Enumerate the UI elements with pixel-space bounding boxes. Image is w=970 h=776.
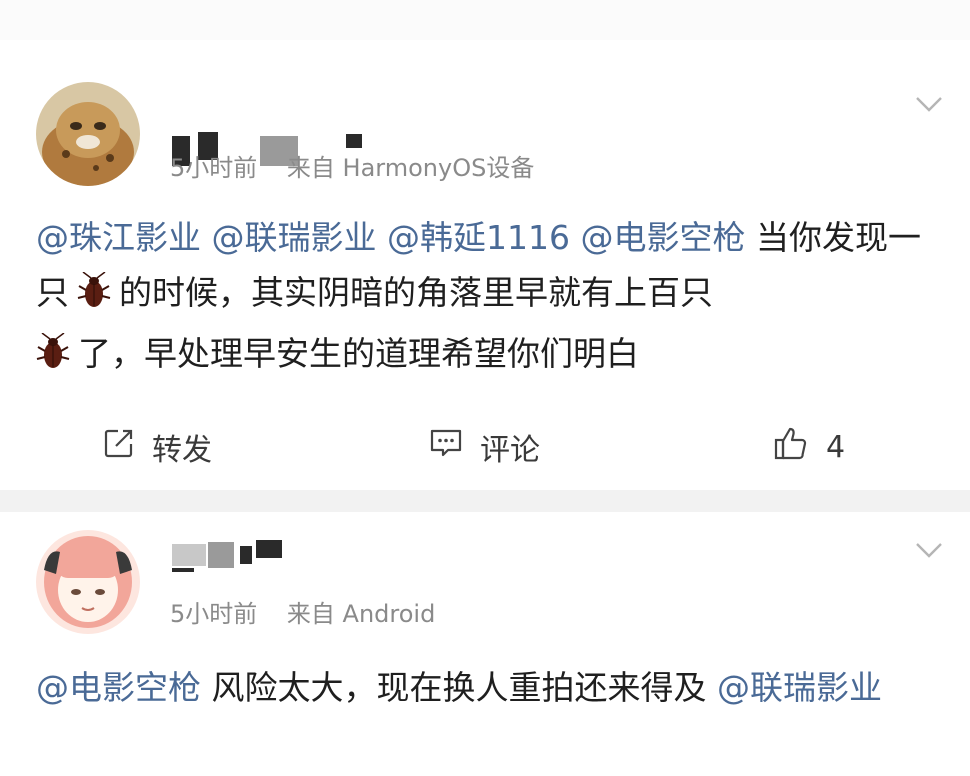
username-redaction (256, 540, 282, 558)
post-meta: 5小时前 来自 Android (170, 594, 457, 629)
chevron-down-icon[interactable] (914, 94, 944, 114)
username-redaction (172, 568, 194, 572)
like-button[interactable]: 4 (772, 422, 845, 472)
avatar[interactable] (36, 82, 140, 186)
comment-icon (428, 426, 480, 468)
username-redaction (208, 542, 234, 568)
cockroach-emoji (36, 332, 70, 387)
post-time: 5小时前 (170, 154, 258, 182)
cockroach-emoji (77, 271, 111, 326)
post-text: 了，早处理早安生的道理希望你们明白 (78, 334, 639, 373)
post-source: 来自 HarmonyOS设备 (286, 154, 535, 182)
username-redaction (240, 546, 252, 564)
comment-button[interactable]: 评论 (428, 422, 540, 472)
username-redaction (172, 544, 206, 566)
username-redaction (346, 134, 362, 148)
post-text: 的时候，其实阴暗的角落里早就有上百只 (119, 273, 713, 312)
post-text: 风险太大，现在换人重拍还来得及 (211, 668, 707, 707)
post-meta: 5小时前 来自 HarmonyOS设备 (170, 148, 556, 183)
avatar[interactable] (36, 530, 140, 634)
mention-link[interactable]: @电影空枪 (36, 668, 201, 707)
mention-link[interactable]: @联瑞影业 (212, 218, 377, 257)
mention-link[interactable]: @珠江影业 (36, 218, 201, 257)
top-strip (0, 0, 970, 40)
post-actions: 转发 评论 4 (0, 422, 970, 472)
comment-label: 评论 (480, 433, 540, 468)
post-divider (0, 490, 970, 512)
chevron-down-icon[interactable] (914, 540, 944, 560)
mention-link[interactable]: @韩延1116 (387, 218, 570, 257)
post-time: 5小时前 (170, 600, 258, 628)
mention-link[interactable]: @联瑞影业 (717, 668, 882, 707)
mention-link[interactable]: @电影空枪 (580, 218, 745, 257)
post-card: 5小时前 来自 Android @电影空枪 风险太大，现在换人重拍还来得及 @联… (0, 512, 970, 776)
post-content: @珠江影业 @联瑞影业 @韩延1116 @电影空枪 当你发现一只 的时候，其实阴… (36, 210, 946, 387)
post-source: 来自 Android (286, 600, 436, 628)
thumbs-up-icon (772, 424, 826, 470)
like-count: 4 (826, 429, 846, 465)
repost-icon (102, 426, 152, 468)
post-card: 5小时前 来自 HarmonyOS设备 @珠江影业 @联瑞影业 @韩延1116 … (0, 40, 970, 490)
repost-label: 转发 (152, 433, 212, 468)
repost-button[interactable]: 转发 (102, 422, 212, 472)
post-content: @电影空枪 风险太大，现在换人重拍还来得及 @联瑞影业 (36, 660, 946, 715)
